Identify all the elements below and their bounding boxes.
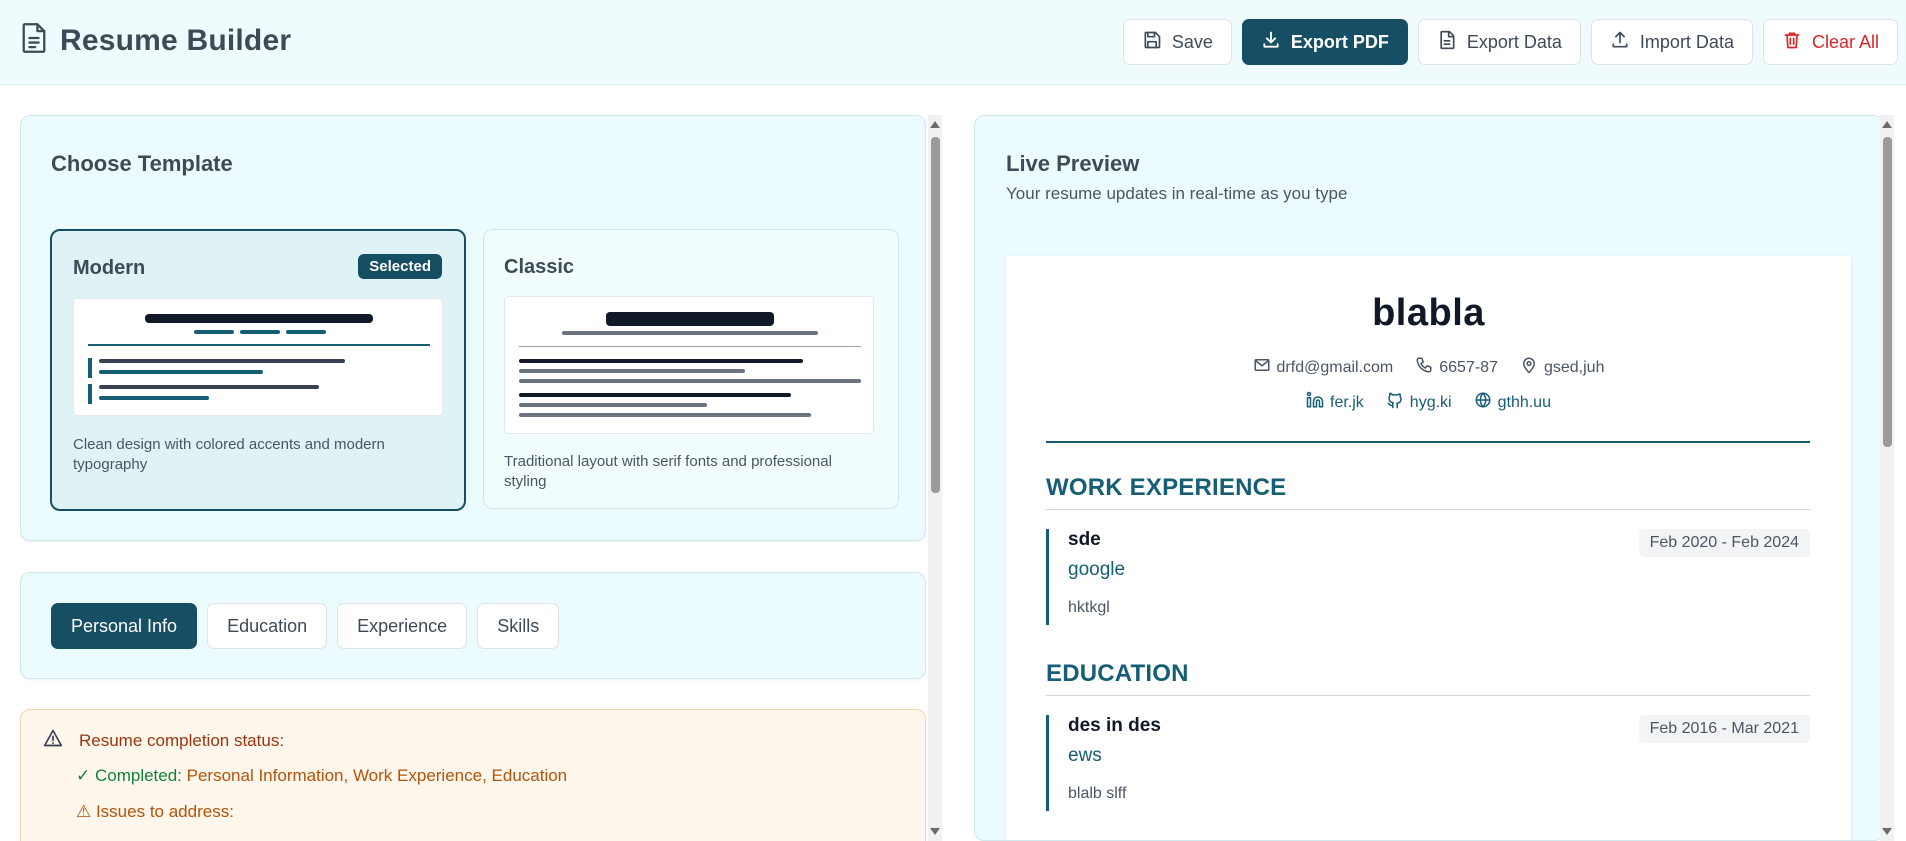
tab-education[interactable]: Education (207, 603, 328, 649)
preview-subtitle: Your resume updates in real-time as you … (1006, 184, 1348, 203)
entry-description: blalb slff (1068, 785, 1127, 802)
github-text: hyg.ki (1409, 393, 1452, 411)
save-label: Save (1171, 31, 1213, 52)
export-data-label: Export Data (1466, 31, 1562, 52)
template-option-classic[interactable]: Classic Traditional layout with serif fo… (483, 229, 899, 509)
clear-all-button[interactable]: Clear All (1762, 19, 1898, 65)
section-divider (1046, 509, 1810, 510)
export-pdf-label: Export PDF (1290, 31, 1389, 52)
entry-description: hktkgl (1068, 599, 1110, 616)
header-divider (1046, 441, 1810, 443)
education-heading: EDUCATION (1046, 660, 1189, 687)
completion-status-card: Resume completion status: ✓ Completed: P… (20, 709, 926, 841)
download-icon (1261, 30, 1281, 55)
entry-date-badge: Feb 2016 - Mar 2021 (1638, 715, 1810, 743)
linkedin-text: fer.jk (1330, 393, 1364, 411)
template-name: Modern (73, 257, 146, 279)
completed-label: ✓ Completed: (76, 766, 182, 785)
tab-skills[interactable]: Skills (477, 603, 560, 649)
status-heading-text: Resume completion status: (79, 730, 285, 750)
contact-location: gsed,juh (1520, 356, 1605, 379)
scrollbar-thumb[interactable] (1883, 137, 1892, 447)
contact-email: drfd@gmail.com (1253, 356, 1394, 379)
status-heading: Resume completion status: (43, 728, 284, 753)
document-icon (20, 22, 48, 59)
save-icon (1142, 30, 1162, 55)
globe-icon (1474, 391, 1492, 414)
export-pdf-button[interactable]: Export PDF (1241, 19, 1408, 65)
entry-organization: ews (1068, 745, 1102, 766)
resume-name: blabla (1372, 292, 1485, 334)
work-experience-heading: WORK EXPERIENCE (1046, 474, 1287, 501)
file-icon (1437, 30, 1457, 55)
contact-github[interactable]: hyg.ki (1386, 391, 1452, 414)
linkedin-icon (1306, 391, 1324, 414)
template-description: Clean design with colored accents and mo… (73, 436, 385, 473)
phone-icon (1415, 356, 1433, 379)
entry-title: des in des (1068, 715, 1161, 736)
email-text: drfd@gmail.com (1276, 358, 1394, 376)
template-thumbnail-modern (73, 298, 443, 416)
scroll-up-arrow-icon[interactable] (930, 121, 940, 128)
contact-website[interactable]: gthh.uu (1474, 391, 1551, 414)
tab-experience[interactable]: Experience (337, 603, 468, 649)
map-pin-icon (1520, 356, 1538, 379)
import-data-button[interactable]: Import Data (1590, 19, 1753, 65)
scrollbar-thumb[interactable] (931, 137, 940, 493)
template-thumbnail-classic (504, 296, 874, 434)
contact-linkedin[interactable]: fer.jk (1306, 391, 1364, 414)
github-icon (1386, 391, 1404, 414)
section-divider (1046, 695, 1810, 696)
scroll-up-arrow-icon[interactable] (1882, 121, 1892, 128)
contact-phone: 6657-87 (1415, 356, 1498, 379)
tab-personal-info[interactable]: Personal Info (51, 603, 198, 649)
contact-row-primary: drfd@gmail.com 6657-87 gsed,juh (1006, 356, 1851, 379)
app-header: Resume Builder Save Export PDF Export Da… (0, 0, 1906, 85)
status-issues-line: ⚠ Issues to address: (76, 802, 234, 821)
brand: Resume Builder (20, 22, 291, 59)
mail-icon (1253, 356, 1271, 379)
template-chooser-card: Choose Template Modern Selected Clean de… (20, 115, 926, 541)
template-description: Traditional layout with serif fonts and … (504, 453, 832, 490)
contact-row-links: fer.jk hyg.ki gthh.uu (1006, 391, 1851, 414)
preview-title: Live Preview (1006, 151, 1140, 176)
preview-scrollbar[interactable] (1880, 115, 1894, 841)
import-data-label: Import Data (1639, 31, 1734, 52)
save-button[interactable]: Save (1122, 19, 1232, 65)
warning-icon (43, 728, 63, 753)
location-text: gsed,juh (1543, 358, 1605, 376)
editor-panel: Choose Template Modern Selected Clean de… (20, 115, 926, 841)
export-data-button[interactable]: Export Data (1417, 19, 1581, 65)
scroll-down-arrow-icon[interactable] (1882, 828, 1892, 835)
entry-date-badge: Feb 2020 - Feb 2024 (1638, 529, 1810, 557)
template-chooser-title: Choose Template (51, 151, 233, 176)
upload-icon (1610, 30, 1630, 55)
clear-all-label: Clear All (1811, 31, 1879, 52)
app-title: Resume Builder (60, 23, 292, 57)
scroll-down-arrow-icon[interactable] (930, 828, 940, 835)
education-entry: des in des ews blalb slff Feb 2016 - Mar… (1046, 715, 1810, 811)
template-option-modern[interactable]: Modern Selected Clean design with colore… (50, 229, 466, 511)
status-completed-line: ✓ Completed: Personal Information, Work … (76, 766, 567, 786)
editor-scrollbar[interactable] (928, 115, 942, 841)
resume-paper: blabla drfd@gmail.com 6657-87 gsed,juh f… (1006, 256, 1851, 840)
entry-organization: google (1068, 559, 1126, 580)
completed-items: Personal Information, Work Experience, E… (186, 766, 568, 785)
section-tabs-card: Personal Info Education Experience Skill… (20, 572, 926, 679)
work-entry: sde google hktkgl Feb 2020 - Feb 2024 (1046, 529, 1810, 625)
live-preview-card: Live Preview Your resume updates in real… (974, 115, 1884, 841)
header-actions: Save Export PDF Export Data Import Data … (1122, 19, 1898, 65)
website-text: gthh.uu (1497, 393, 1551, 411)
phone-text: 6657-87 (1439, 358, 1498, 376)
template-name: Classic (504, 256, 575, 278)
section-tabs: Personal Info Education Experience Skill… (51, 603, 560, 649)
selected-badge: Selected (358, 254, 442, 279)
entry-title: sde (1068, 529, 1101, 550)
trash-icon (1782, 30, 1802, 55)
